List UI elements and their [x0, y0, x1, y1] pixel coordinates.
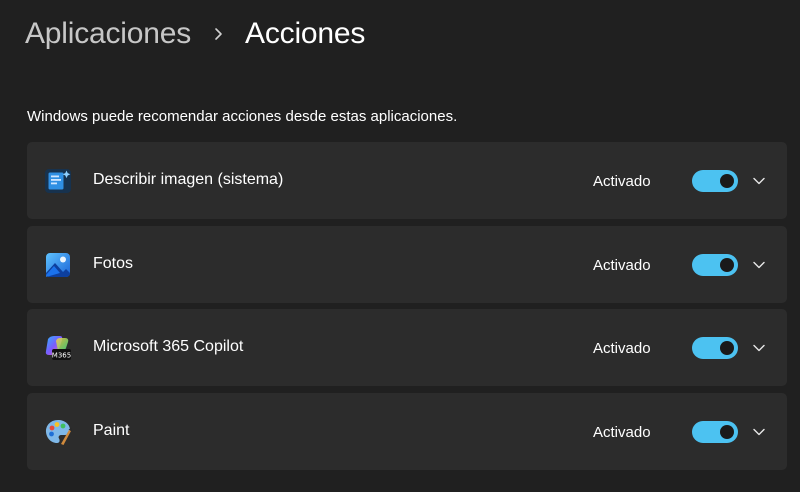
app-name: Microsoft 365 Copilot	[93, 338, 244, 355]
page-title: Acciones	[245, 17, 366, 50]
app-name: Describir imagen (sistema)	[93, 171, 284, 188]
chevron-down-icon[interactable]	[746, 252, 772, 278]
toggle-knob	[720, 174, 734, 188]
app-row-describe-image[interactable]: Describir imagen (sistema) Activado	[27, 142, 787, 219]
svg-text:M365: M365	[52, 352, 71, 360]
paint-toggle[interactable]	[692, 420, 738, 443]
toggle-state-label: Activado	[593, 423, 651, 441]
paint-icon	[44, 418, 72, 446]
app-name: Paint	[93, 421, 130, 439]
copilot-toggle[interactable]	[692, 337, 738, 359]
toggle-state-label: Activado	[593, 256, 651, 274]
describe-image-toggle[interactable]	[692, 170, 738, 192]
breadcrumb: Aplicaciones Acciones	[25, 12, 365, 56]
app-actions-list: Describir imagen (sistema) Activado Foto…	[27, 142, 787, 476]
chevron-down-icon[interactable]	[746, 335, 772, 361]
app-row-copilot[interactable]: M365 Microsoft 365 Copilot Activado	[27, 309, 787, 386]
photos-icon	[44, 251, 72, 279]
toggle-knob	[720, 341, 734, 355]
photos-toggle[interactable]	[692, 253, 738, 276]
describe-image-icon	[44, 167, 72, 195]
page-description: Windows puede recomendar acciones desde …	[27, 108, 458, 125]
chevron-down-icon[interactable]	[746, 168, 772, 194]
app-row-photos[interactable]: Fotos Activado	[27, 225, 787, 303]
copilot-icon: M365	[44, 334, 72, 362]
breadcrumb-parent-link[interactable]: Aplicaciones	[25, 17, 191, 51]
toggle-state-label: Activado	[593, 340, 651, 357]
chevron-right-icon	[197, 12, 241, 56]
app-row-paint[interactable]: Paint Activado	[27, 392, 787, 470]
chevron-down-icon[interactable]	[746, 419, 772, 445]
app-name: Fotos	[93, 254, 134, 272]
toggle-knob	[720, 257, 734, 272]
toggle-state-label: Activado	[593, 173, 651, 190]
toggle-knob	[720, 424, 734, 439]
